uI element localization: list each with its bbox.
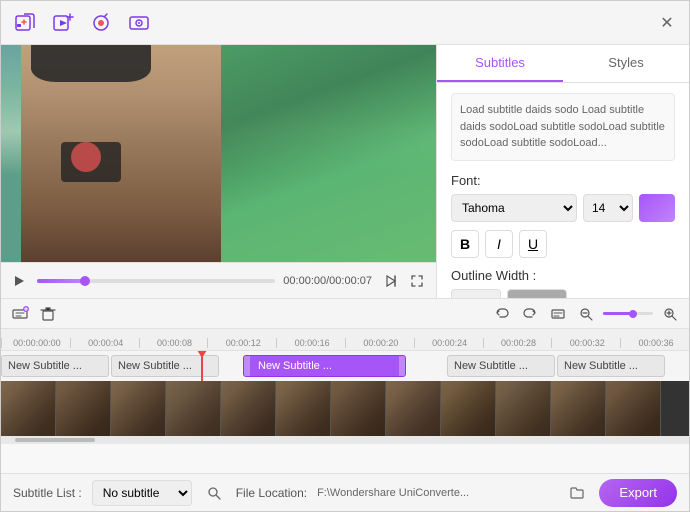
file-location-label: File Location:	[236, 486, 307, 500]
subtitle-clip-3[interactable]: New Subtitle ...	[243, 355, 406, 377]
ruler-mark-3: 00:00:12	[207, 338, 276, 348]
clip-handle-right-3[interactable]	[399, 356, 405, 376]
close-button[interactable]: ✕	[655, 11, 679, 35]
thumb-5	[221, 381, 276, 436]
ruler-marks: 00:00:00:00 00:00:04 00:00:08 00:00:12 0…	[1, 338, 689, 348]
play-button[interactable]	[9, 271, 29, 291]
clip-handle-left-3[interactable]	[244, 356, 250, 376]
thumb-2	[56, 381, 111, 436]
ruler-mark-4: 00:00:16	[276, 338, 345, 348]
thumb-7	[331, 381, 386, 436]
subtitle-clip-1[interactable]: New Subtitle ...	[1, 355, 109, 377]
main-content: 00:00:00/00:00:07 Subtitles Styles Load …	[1, 45, 689, 298]
font-select[interactable]: Tahoma	[451, 194, 577, 222]
thumb-9	[441, 381, 496, 436]
ruler-mark-6: 00:00:24	[414, 338, 483, 348]
subtitle-clip-5[interactable]: New Subtitle ...	[557, 355, 665, 377]
top-toolbar: ✕	[1, 1, 689, 45]
font-style-row: B I U	[451, 230, 675, 258]
add-clip-icon[interactable]	[49, 9, 77, 37]
outline-width-label: Outline Width :	[451, 268, 675, 283]
thumb-6	[276, 381, 331, 436]
zoom-out-icon[interactable]	[575, 303, 597, 325]
bottom-bar: Subtitle List : No subtitle File Locatio…	[1, 473, 689, 511]
panel-tabs: Subtitles Styles	[437, 45, 689, 83]
app-window: ✕	[0, 0, 690, 512]
video-player	[1, 45, 436, 262]
italic-button[interactable]: I	[485, 230, 513, 258]
thumb-1	[1, 381, 56, 436]
timeline-toolbar	[1, 299, 689, 329]
add-subtitle-icon[interactable]	[9, 303, 31, 325]
video-controls: 00:00:00/00:00:07	[1, 262, 436, 298]
panel-body: Load subtitle daids sodo Load subtitle d…	[437, 83, 689, 298]
subtitle-settings-icon[interactable]	[547, 303, 569, 325]
right-panel: Subtitles Styles Load subtitle daids sod…	[436, 45, 689, 298]
ruler-mark-8: 00:00:32	[551, 338, 620, 348]
timeline-ruler: 00:00:00:00 00:00:04 00:00:08 00:00:12 0…	[1, 329, 689, 351]
add-media-icon[interactable]	[11, 9, 39, 37]
delete-subtitle-icon[interactable]	[37, 303, 59, 325]
subtitle-clip-4[interactable]: New Subtitle ...	[447, 355, 555, 377]
thumb-3	[111, 381, 166, 436]
font-color-button[interactable]	[639, 194, 675, 222]
fullscreen-icon[interactable]	[406, 270, 428, 292]
thumb-12	[606, 381, 661, 436]
thumb-8	[386, 381, 441, 436]
subtitle-track: New Subtitle ... New Subtitle ... New Su…	[1, 351, 689, 381]
tab-subtitles[interactable]: Subtitles	[437, 45, 563, 82]
outline-size-select[interactable]: 14	[451, 289, 501, 299]
folder-icon[interactable]	[565, 481, 589, 505]
ruler-mark-2: 00:00:08	[139, 338, 208, 348]
playback-settings-icon[interactable]	[380, 270, 402, 292]
subtitle-preview-text: Load subtitle daids sodo Load subtitle d…	[451, 93, 675, 161]
thumb-4	[166, 381, 221, 436]
ruler-mark-0: 00:00:00:00	[1, 338, 70, 348]
subtitle-list-label: Subtitle List :	[13, 486, 82, 500]
font-row: Tahoma 14	[451, 194, 675, 222]
file-path: F:\Wondershare UniConverte...	[317, 487, 555, 499]
export-button[interactable]: Export	[599, 479, 677, 507]
screen-record-icon[interactable]	[125, 9, 153, 37]
redo-icon[interactable]	[519, 303, 541, 325]
search-icon[interactable]	[202, 481, 226, 505]
underline-button[interactable]: U	[519, 230, 547, 258]
ruler-mark-5: 00:00:20	[345, 338, 414, 348]
scrollbar-thumb[interactable]	[15, 438, 95, 442]
thumb-10	[496, 381, 551, 436]
outline-color-picker[interactable]	[507, 289, 567, 299]
video-thumbnails	[1, 381, 689, 436]
ruler-mark-9: 00:00:36	[620, 338, 689, 348]
timeline-scrollbar[interactable]	[1, 436, 689, 444]
font-size-select[interactable]: 14	[583, 194, 633, 222]
thumb-11	[551, 381, 606, 436]
zoom-in-icon[interactable]	[659, 303, 681, 325]
progress-bar[interactable]	[37, 279, 275, 283]
timeline-area: 00:00:00:00 00:00:04 00:00:08 00:00:12 0…	[1, 298, 689, 473]
font-label: Font:	[451, 173, 675, 188]
ruler-mark-1: 00:00:04	[70, 338, 139, 348]
tab-styles[interactable]: Styles	[563, 45, 689, 82]
ruler-mark-7: 00:00:28	[483, 338, 552, 348]
undo-icon[interactable]	[491, 303, 513, 325]
time-display: 00:00:00/00:00:07	[283, 275, 372, 287]
video-area: 00:00:00/00:00:07	[1, 45, 436, 298]
outline-row: 14	[451, 289, 675, 299]
record-icon[interactable]	[87, 9, 115, 37]
subtitle-list-select[interactable]: No subtitle	[92, 480, 192, 506]
control-icons	[380, 270, 428, 292]
bold-button[interactable]: B	[451, 230, 479, 258]
